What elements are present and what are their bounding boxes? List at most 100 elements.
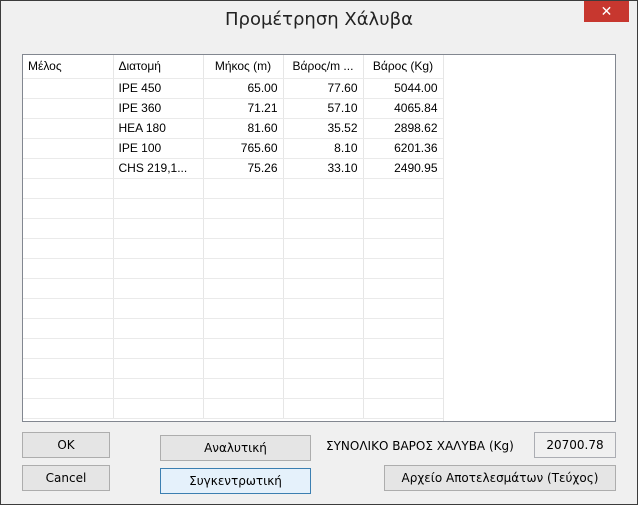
table-row[interactable] (23, 398, 444, 419)
cell-length[interactable]: 65.00 (203, 78, 284, 99)
cell-member[interactable] (23, 78, 114, 99)
cell-weight[interactable] (363, 338, 444, 359)
cell-length[interactable] (203, 258, 284, 279)
cell-section[interactable]: IPE 360 (113, 98, 204, 119)
cell-weight[interactable] (363, 378, 444, 399)
cell-length[interactable] (203, 358, 284, 379)
cell-length[interactable]: 75.26 (203, 158, 284, 179)
table-row[interactable] (23, 298, 444, 319)
table-row[interactable] (23, 258, 444, 279)
table-row[interactable]: IPE 100 765.60 8.10 6201.36 (23, 138, 444, 159)
cell-member[interactable] (23, 378, 114, 399)
cell-member[interactable] (23, 198, 114, 219)
cell-section[interactable] (113, 258, 204, 279)
close-button[interactable]: ✕ (584, 1, 629, 22)
cell-weight-per-m[interactable] (283, 238, 364, 259)
cell-section[interactable]: HEA 180 (113, 118, 204, 139)
column-header-weight[interactable]: Βάρος (Kg) (363, 55, 444, 79)
table-row[interactable] (23, 378, 444, 399)
analytic-button[interactable]: Αναλυτική (160, 435, 311, 461)
cell-weight-per-m[interactable] (283, 358, 364, 379)
cell-member[interactable] (23, 158, 114, 179)
cell-section[interactable] (113, 198, 204, 219)
cell-weight[interactable] (363, 258, 444, 279)
cell-section[interactable] (113, 358, 204, 379)
cell-member[interactable] (23, 338, 114, 359)
cell-length[interactable] (203, 218, 284, 239)
cell-weight[interactable] (363, 358, 444, 379)
cell-section[interactable]: CHS 219,1... (113, 158, 204, 179)
table-row[interactable] (23, 238, 444, 259)
cell-member[interactable] (23, 218, 114, 239)
cell-length[interactable] (203, 338, 284, 359)
table-row[interactable] (23, 178, 444, 199)
cell-member[interactable] (23, 318, 114, 339)
cell-section[interactable] (113, 338, 204, 359)
cell-length[interactable] (203, 318, 284, 339)
cell-weight[interactable] (363, 238, 444, 259)
results-file-button[interactable]: Αρχείο Αποτελεσμάτων (Τεύχος) (384, 465, 616, 491)
cell-length[interactable]: 71.21 (203, 98, 284, 119)
table-row[interactable] (23, 338, 444, 359)
cell-length[interactable]: 765.60 (203, 138, 284, 159)
cell-member[interactable] (23, 278, 114, 299)
cell-section[interactable] (113, 238, 204, 259)
cell-weight-per-m[interactable] (283, 398, 364, 419)
cell-weight-per-m[interactable] (283, 178, 364, 199)
cell-weight-per-m[interactable]: 35.52 (283, 118, 364, 139)
cell-weight-per-m[interactable] (283, 258, 364, 279)
cell-member[interactable] (23, 258, 114, 279)
cell-weight[interactable] (363, 318, 444, 339)
cell-member[interactable] (23, 358, 114, 379)
cell-section[interactable] (113, 378, 204, 399)
table-row[interactable]: CHS 219,1... 75.26 33.10 2490.95 (23, 158, 444, 179)
column-header-section[interactable]: Διατομή (113, 55, 204, 79)
table-row[interactable] (23, 318, 444, 339)
cell-member[interactable] (23, 118, 114, 139)
cell-weight-per-m[interactable]: 8.10 (283, 138, 364, 159)
cell-member[interactable] (23, 298, 114, 319)
cell-section[interactable] (113, 398, 204, 419)
cell-weight[interactable]: 4065.84 (363, 98, 444, 119)
table-row[interactable] (23, 218, 444, 239)
table-row[interactable] (23, 358, 444, 379)
cell-section[interactable] (113, 278, 204, 299)
cell-weight-per-m[interactable] (283, 298, 364, 319)
cell-weight[interactable] (363, 278, 444, 299)
cell-weight[interactable]: 2490.95 (363, 158, 444, 179)
cell-length[interactable] (203, 278, 284, 299)
table-row[interactable]: IPE 450 65.00 77.60 5044.00 (23, 78, 444, 99)
cell-length[interactable] (203, 378, 284, 399)
cell-weight-per-m[interactable] (283, 378, 364, 399)
cell-section[interactable] (113, 218, 204, 239)
table-row[interactable] (23, 198, 444, 219)
cell-section[interactable] (113, 318, 204, 339)
cell-weight[interactable] (363, 398, 444, 419)
summary-button[interactable]: Συγκεντρωτική (160, 468, 311, 494)
cell-section[interactable] (113, 178, 204, 199)
table-row[interactable]: HEA 180 81.60 35.52 2898.62 (23, 118, 444, 139)
table-row[interactable]: IPE 360 71.21 57.10 4065.84 (23, 98, 444, 119)
cell-weight[interactable]: 2898.62 (363, 118, 444, 139)
cell-weight[interactable]: 5044.00 (363, 78, 444, 99)
cell-weight[interactable]: 6201.36 (363, 138, 444, 159)
cell-length[interactable] (203, 198, 284, 219)
cancel-button[interactable]: Cancel (22, 465, 110, 491)
cell-length[interactable] (203, 178, 284, 199)
cell-section[interactable] (113, 298, 204, 319)
cell-weight-per-m[interactable] (283, 218, 364, 239)
cell-length[interactable] (203, 298, 284, 319)
cell-weight-per-m[interactable]: 77.60 (283, 78, 364, 99)
cell-length[interactable] (203, 398, 284, 419)
column-header-member[interactable]: Μέλος (23, 55, 114, 79)
cell-member[interactable] (23, 238, 114, 259)
cell-weight-per-m[interactable] (283, 278, 364, 299)
cell-weight-per-m[interactable] (283, 338, 364, 359)
table-row[interactable] (23, 278, 444, 299)
steel-table[interactable]: Μέλος Διατομή Μήκος (m) Βάρος/m ... Βάρο… (22, 54, 616, 422)
cell-weight[interactable] (363, 298, 444, 319)
cell-weight[interactable] (363, 178, 444, 199)
cell-member[interactable] (23, 178, 114, 199)
cell-section[interactable]: IPE 100 (113, 138, 204, 159)
cell-weight-per-m[interactable] (283, 198, 364, 219)
